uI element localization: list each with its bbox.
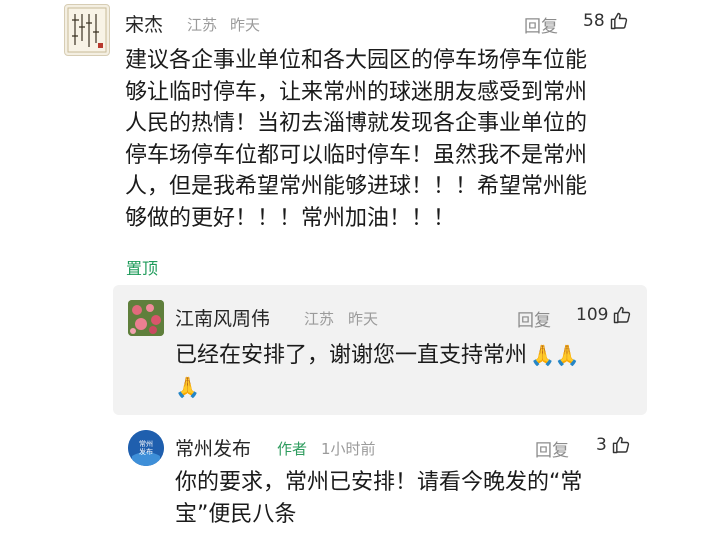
avatar[interactable]: 常州 发布 xyxy=(128,430,164,466)
thumbs-up-icon xyxy=(614,306,631,324)
comment-line: 人，但是我希望常州能够进球！！！希望常州能 xyxy=(125,174,588,199)
pinned-label: 置顶 xyxy=(126,259,159,278)
like-button[interactable]: 109 xyxy=(576,305,632,325)
reply-button[interactable]: 回复 xyxy=(535,436,569,461)
reply-button[interactable]: 回复 xyxy=(517,306,551,331)
reply-location: 江苏 xyxy=(304,310,335,328)
like-count: 109 xyxy=(576,305,609,325)
reply-time: 1小时前 xyxy=(321,440,376,458)
comment-line: 够做的更好！！！常州加油！！！ xyxy=(125,205,456,231)
thumbs-up-icon xyxy=(612,436,629,454)
reply-button[interactable]: 回复 xyxy=(524,12,558,37)
reply-username[interactable]: 常州发布 xyxy=(175,434,251,461)
like-count: 3 xyxy=(596,435,607,455)
reply-line: 你的要求，常州已安排！请看今晚发的“常 xyxy=(175,470,583,495)
avatar[interactable] xyxy=(128,300,164,336)
comment-location: 江苏 xyxy=(187,16,218,34)
reply-username[interactable]: 江南风周伟 xyxy=(175,304,270,331)
svg-text:常州: 常州 xyxy=(139,439,153,448)
praying-hands-emoji: 🙏 xyxy=(530,343,555,367)
reply-body: 你的要求，常州已安排！请看今晚发的“常 宝”便民八条 xyxy=(175,467,655,530)
praying-hands-emoji: 🙏 xyxy=(175,374,200,399)
reply-time: 昨天 xyxy=(348,310,379,328)
like-button[interactable]: 3 xyxy=(596,435,631,455)
avatar[interactable] xyxy=(64,4,110,56)
reply-line: 宝”便民八条 xyxy=(175,501,297,527)
comment-line: 建议各企事业单位和各大园区的停车场停车位能 xyxy=(125,48,588,73)
comment-line: 够让临时停车，让来常州的球迷朋友感受到常州 xyxy=(125,79,588,105)
comment-line: 人民的热情！当初去淄博就发现各企事业单位的 xyxy=(125,111,588,136)
svg-text:发布: 发布 xyxy=(139,447,153,456)
comment-username[interactable]: 宋杰 xyxy=(125,10,163,37)
author-badge: 作者 xyxy=(277,440,308,458)
thumbs-up-icon xyxy=(610,12,627,30)
like-button[interactable]: 58 xyxy=(583,11,629,31)
reply-body: 已经在安排了，谢谢您一直支持常州 🙏 🙏 🙏 xyxy=(175,340,635,403)
like-count: 58 xyxy=(583,11,605,31)
comment-time: 昨天 xyxy=(230,16,261,34)
praying-hands-emoji: 🙏 xyxy=(554,343,580,367)
comment-line: 停车场停车位都可以临时停车！虽然我不是常州 xyxy=(125,142,588,168)
comment-body: 建议各企事业单位和各大园区的停车场停车位能 够让临时停车，让来常州的球迷朋友感受… xyxy=(125,45,685,234)
reply-line: 已经在安排了，谢谢您一直支持常州 xyxy=(175,343,528,368)
